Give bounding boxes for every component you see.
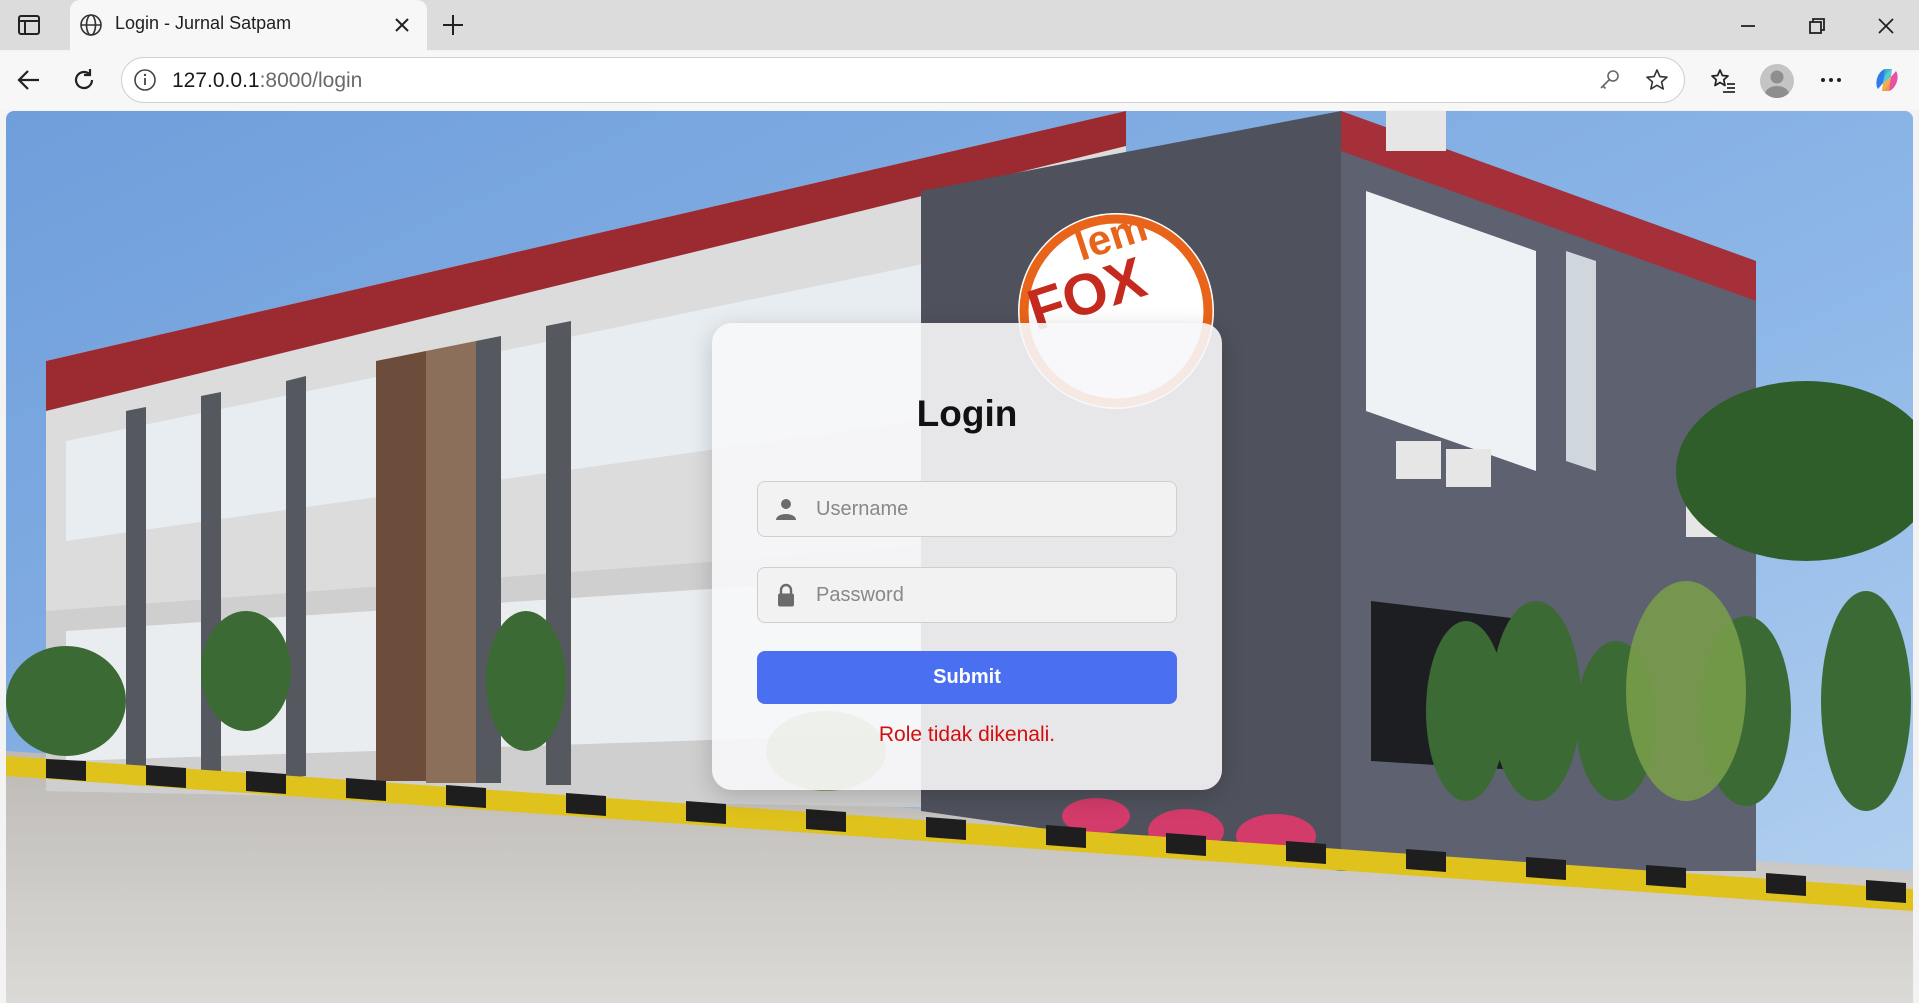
- address-bar[interactable]: 127.0.0.1:8000/login: [121, 57, 1685, 103]
- restore-icon[interactable]: [1804, 13, 1830, 39]
- favorite-star-icon[interactable]: [1644, 67, 1670, 93]
- close-window-icon[interactable]: [1873, 13, 1899, 39]
- login-heading: Login: [916, 393, 1018, 434]
- login-card: Login Submit Role tidak dikenali.: [712, 323, 1222, 790]
- profile-avatar[interactable]: [1760, 64, 1794, 98]
- back-icon[interactable]: [14, 65, 44, 95]
- new-tab-icon[interactable]: [440, 12, 466, 38]
- browser-tab-bar: Login - Jurnal Satpam: [0, 0, 1919, 51]
- user-icon: [776, 499, 796, 520]
- globe-icon: [80, 14, 102, 36]
- copilot-icon[interactable]: [1870, 63, 1904, 97]
- tab-actions-icon[interactable]: [16, 12, 42, 38]
- minimize-icon[interactable]: [1735, 13, 1761, 39]
- error-message: Role tidak dikenali.: [878, 723, 1056, 746]
- favorites-icon[interactable]: [1708, 65, 1738, 95]
- username-field[interactable]: [757, 481, 1177, 537]
- active-tab[interactable]: Login - Jurnal Satpam: [70, 0, 427, 51]
- more-options-icon[interactable]: [1816, 65, 1846, 95]
- url-text: 127.0.0.1:8000/login: [172, 69, 363, 92]
- tab-title: Login - Jurnal Satpam: [115, 13, 292, 33]
- submit-button[interactable]: Submit: [757, 651, 1177, 704]
- close-tab-icon[interactable]: [390, 13, 414, 37]
- password-field[interactable]: [757, 567, 1177, 623]
- password-key-icon[interactable]: [1596, 67, 1622, 93]
- lock-icon: [778, 583, 794, 607]
- reload-icon[interactable]: [69, 65, 99, 95]
- site-info-icon[interactable]: [132, 67, 158, 93]
- browser-toolbar: 127.0.0.1:8000/login: [0, 51, 1919, 110]
- password-input[interactable]: [816, 568, 1166, 622]
- profile-icon: [1765, 70, 1789, 98]
- username-input[interactable]: [816, 482, 1166, 536]
- page-viewport: lem FOX Login Username Submit Role tidak…: [6, 111, 1913, 1003]
